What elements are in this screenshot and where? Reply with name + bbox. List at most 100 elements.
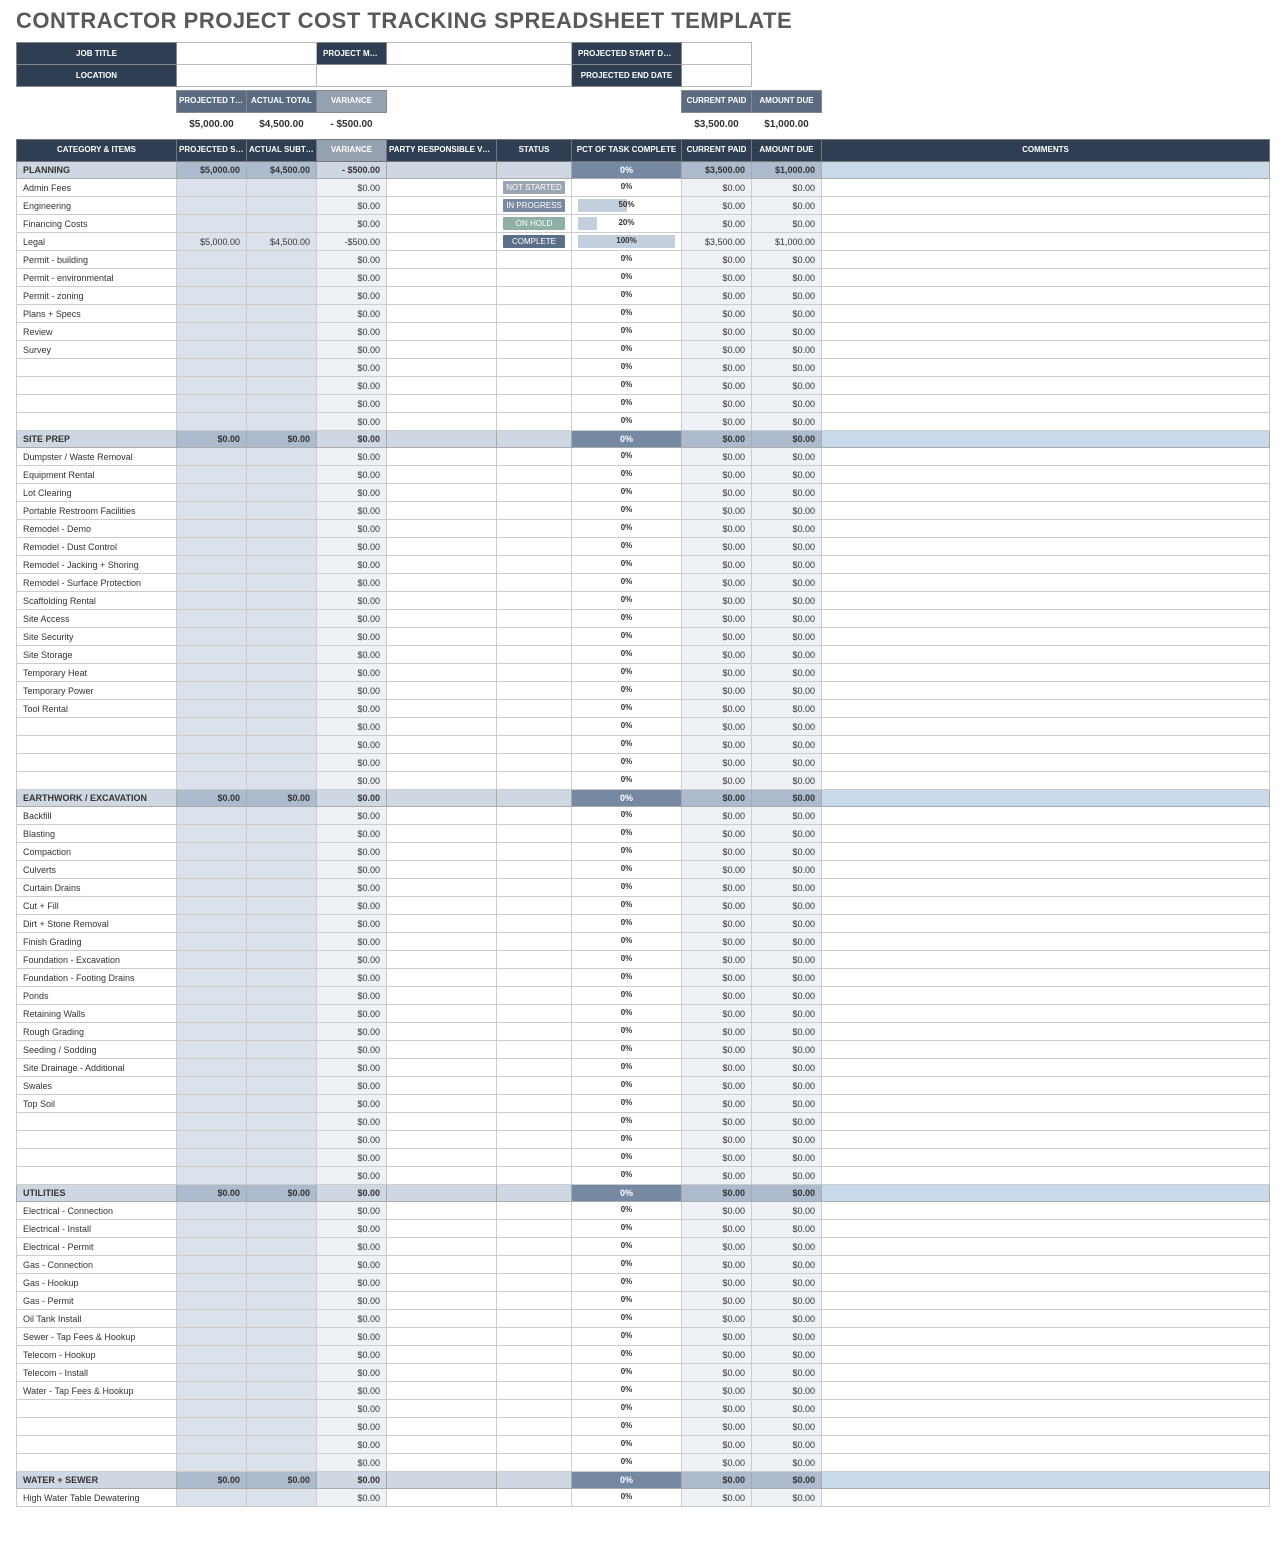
- item-projected[interactable]: [177, 448, 247, 466]
- item-status[interactable]: [497, 251, 572, 269]
- item-actual[interactable]: [247, 413, 317, 431]
- item-name[interactable]: [17, 772, 177, 790]
- item-pct[interactable]: 0%: [572, 448, 682, 466]
- item-party[interactable]: [387, 215, 497, 233]
- item-name[interactable]: Foundation - Footing Drains: [17, 969, 177, 987]
- item-projected[interactable]: [177, 754, 247, 772]
- item-comments[interactable]: [822, 646, 1270, 664]
- item-pct[interactable]: 0%: [572, 682, 682, 700]
- item-actual[interactable]: [247, 915, 317, 933]
- item-status[interactable]: [497, 1400, 572, 1418]
- item-comments[interactable]: [822, 933, 1270, 951]
- item-status[interactable]: [497, 269, 572, 287]
- item-comments[interactable]: [822, 1292, 1270, 1310]
- item-comments[interactable]: [822, 1436, 1270, 1454]
- item-name[interactable]: Seeding / Sodding: [17, 1041, 177, 1059]
- item-pct[interactable]: 0%: [572, 341, 682, 359]
- item-party[interactable]: [387, 251, 497, 269]
- item-name[interactable]: Survey: [17, 341, 177, 359]
- item-status[interactable]: [497, 718, 572, 736]
- item-party[interactable]: [387, 1400, 497, 1418]
- item-status[interactable]: ON HOLD: [497, 215, 572, 233]
- item-name[interactable]: Backfill: [17, 807, 177, 825]
- item-pct[interactable]: 0%: [572, 736, 682, 754]
- item-actual[interactable]: [247, 610, 317, 628]
- item-comments[interactable]: [822, 287, 1270, 305]
- item-projected[interactable]: [177, 1256, 247, 1274]
- item-actual[interactable]: [247, 484, 317, 502]
- item-comments[interactable]: [822, 1274, 1270, 1292]
- item-name[interactable]: Finish Grading: [17, 933, 177, 951]
- item-projected[interactable]: [177, 466, 247, 484]
- item-pct[interactable]: 0%: [572, 807, 682, 825]
- item-comments[interactable]: [822, 628, 1270, 646]
- item-actual[interactable]: [247, 1436, 317, 1454]
- item-comments[interactable]: [822, 1310, 1270, 1328]
- item-name[interactable]: Telecom - Hookup: [17, 1346, 177, 1364]
- item-party[interactable]: [387, 825, 497, 843]
- item-name[interactable]: Ponds: [17, 987, 177, 1005]
- item-name[interactable]: Gas - Hookup: [17, 1274, 177, 1292]
- item-party[interactable]: [387, 1041, 497, 1059]
- item-party[interactable]: [387, 1382, 497, 1400]
- item-projected[interactable]: [177, 718, 247, 736]
- item-pct[interactable]: 0%: [572, 1041, 682, 1059]
- item-comments[interactable]: [822, 395, 1270, 413]
- item-comments[interactable]: [822, 305, 1270, 323]
- item-comments[interactable]: [822, 1382, 1270, 1400]
- item-projected[interactable]: [177, 323, 247, 341]
- item-projected[interactable]: [177, 574, 247, 592]
- item-comments[interactable]: [822, 1364, 1270, 1382]
- item-name[interactable]: Permit - zoning: [17, 287, 177, 305]
- item-name[interactable]: Equipment Rental: [17, 466, 177, 484]
- item-pct[interactable]: 0%: [572, 1382, 682, 1400]
- item-comments[interactable]: [822, 897, 1270, 915]
- item-status[interactable]: [497, 843, 572, 861]
- item-party[interactable]: [387, 1077, 497, 1095]
- item-projected[interactable]: [177, 1364, 247, 1382]
- item-projected[interactable]: [177, 700, 247, 718]
- item-party[interactable]: [387, 861, 497, 879]
- item-status[interactable]: [497, 1382, 572, 1400]
- item-name[interactable]: Temporary Power: [17, 682, 177, 700]
- item-pct[interactable]: 0%: [572, 1095, 682, 1113]
- item-projected[interactable]: [177, 969, 247, 987]
- item-comments[interactable]: [822, 1023, 1270, 1041]
- item-party[interactable]: [387, 574, 497, 592]
- item-status[interactable]: [497, 646, 572, 664]
- item-party[interactable]: [387, 1436, 497, 1454]
- item-status[interactable]: [497, 1364, 572, 1382]
- item-actual[interactable]: [247, 969, 317, 987]
- item-projected[interactable]: [177, 825, 247, 843]
- item-pct[interactable]: 0%: [572, 538, 682, 556]
- item-name[interactable]: Remodel - Demo: [17, 520, 177, 538]
- item-pct[interactable]: 0%: [572, 754, 682, 772]
- item-name[interactable]: [17, 1167, 177, 1185]
- item-actual[interactable]: [247, 556, 317, 574]
- item-comments[interactable]: [822, 1077, 1270, 1095]
- item-pct[interactable]: 0%: [572, 969, 682, 987]
- item-comments[interactable]: [822, 197, 1270, 215]
- item-name[interactable]: Temporary Heat: [17, 664, 177, 682]
- item-actual[interactable]: [247, 520, 317, 538]
- item-comments[interactable]: [822, 520, 1270, 538]
- item-status[interactable]: [497, 682, 572, 700]
- item-comments[interactable]: [822, 1418, 1270, 1436]
- item-party[interactable]: [387, 1005, 497, 1023]
- item-status[interactable]: [497, 287, 572, 305]
- category-comments[interactable]: [822, 1472, 1270, 1489]
- item-projected[interactable]: [177, 736, 247, 754]
- item-status[interactable]: [497, 1238, 572, 1256]
- item-projected[interactable]: [177, 413, 247, 431]
- item-status[interactable]: [497, 1095, 572, 1113]
- item-pct[interactable]: 0%: [572, 269, 682, 287]
- item-status[interactable]: [497, 969, 572, 987]
- item-comments[interactable]: [822, 413, 1270, 431]
- item-comments[interactable]: [822, 1149, 1270, 1167]
- item-comments[interactable]: [822, 592, 1270, 610]
- item-projected[interactable]: [177, 520, 247, 538]
- item-actual[interactable]: [247, 1418, 317, 1436]
- item-name[interactable]: Permit - building: [17, 251, 177, 269]
- item-comments[interactable]: [822, 556, 1270, 574]
- item-pct[interactable]: 0%: [572, 1454, 682, 1472]
